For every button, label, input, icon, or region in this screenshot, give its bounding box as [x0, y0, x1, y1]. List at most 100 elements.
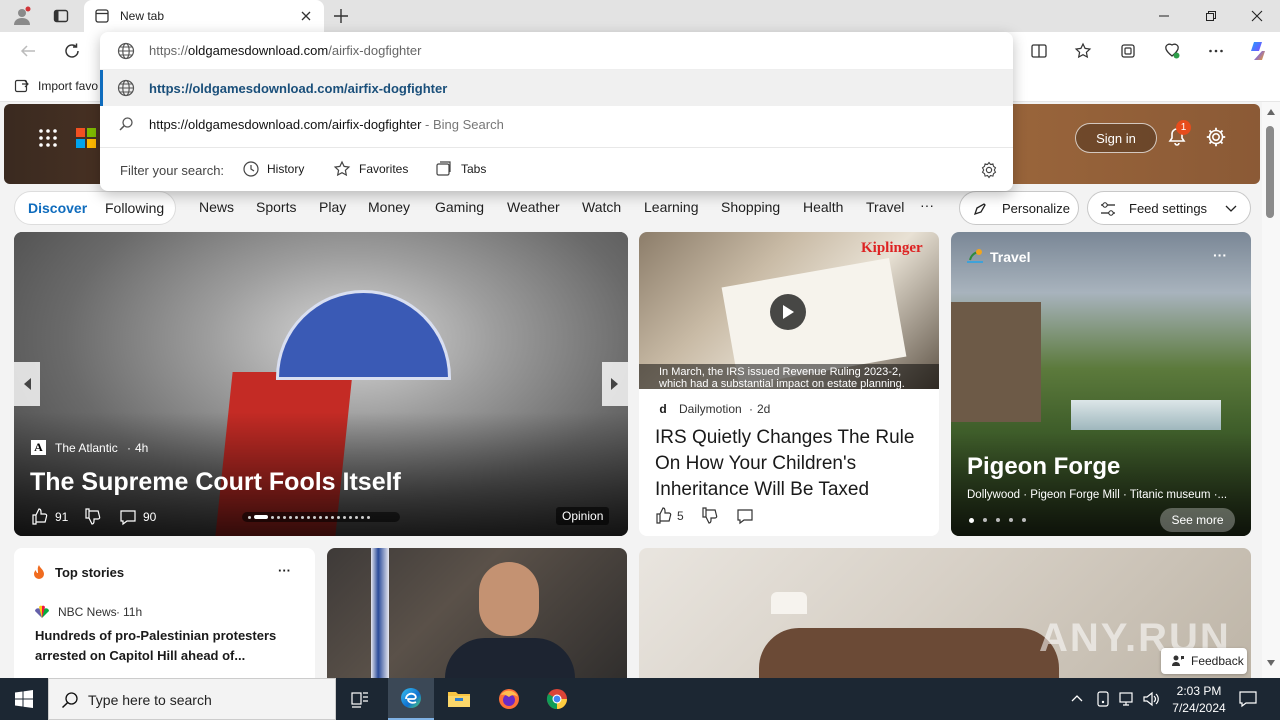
- close-window-icon[interactable]: [1234, 0, 1280, 32]
- news-photo-card[interactable]: [327, 548, 627, 678]
- tab-discover[interactable]: Discover: [28, 200, 87, 216]
- suggestion-url-row[interactable]: https://oldgamesdownload.com/airfix-dogf…: [100, 70, 1013, 106]
- irs-title[interactable]: IRS Quietly Changes The Rule On How Your…: [655, 425, 927, 503]
- travel-card[interactable]: Travel ··· Pigeon Forge Dollywood · Pige…: [951, 232, 1251, 536]
- tab-following[interactable]: Following: [105, 200, 164, 216]
- like-icon[interactable]: [655, 506, 673, 524]
- filter-history[interactable]: History: [242, 160, 304, 178]
- address-bar[interactable]: https://oldgamesdownload.com/airfix-dogf…: [100, 32, 1013, 70]
- carousel-dot[interactable]: [313, 515, 316, 519]
- firefox-icon[interactable]: [486, 678, 532, 720]
- carousel-prev-button[interactable]: [14, 362, 40, 406]
- carousel-dot[interactable]: [307, 515, 310, 519]
- filter-favorites[interactable]: Favorites: [333, 160, 408, 178]
- carousel-dot[interactable]: [996, 518, 1000, 522]
- refresh-icon[interactable]: [54, 32, 90, 70]
- dislike-icon[interactable]: [84, 508, 102, 526]
- close-tab-icon[interactable]: [298, 8, 314, 24]
- more-menu-icon[interactable]: [1198, 32, 1234, 70]
- new-tab-plus-icon[interactable]: [330, 6, 352, 26]
- windows-start-icon[interactable]: [0, 678, 48, 720]
- carousel-dots[interactable]: [242, 512, 400, 522]
- carousel-dot[interactable]: [301, 515, 304, 519]
- scrollbar-thumb[interactable]: [1266, 126, 1274, 218]
- more-options-icon[interactable]: ···: [1213, 247, 1227, 263]
- edge-taskbar-icon[interactable]: [388, 678, 434, 720]
- favorites-star-icon[interactable]: [1065, 32, 1101, 70]
- nav-learning[interactable]: Learning: [644, 199, 699, 215]
- chrome-icon[interactable]: [534, 678, 580, 720]
- tab-actions-icon[interactable]: [48, 4, 74, 28]
- copilot-icon[interactable]: [1240, 32, 1276, 70]
- story-title[interactable]: The Supreme Court Fools Itself: [30, 468, 401, 497]
- nav-news[interactable]: News: [199, 199, 234, 215]
- feedback-button[interactable]: Feedback: [1161, 648, 1247, 674]
- carousel-dot[interactable]: [271, 515, 274, 519]
- comment-icon[interactable]: [736, 507, 754, 525]
- carousel-dot[interactable]: [983, 518, 987, 522]
- carousel-dot[interactable]: [343, 515, 346, 519]
- scroll-down-icon[interactable]: [1266, 659, 1276, 667]
- irs-story-card[interactable]: Kiplinger In March, the IRS issued Reven…: [639, 232, 939, 536]
- taskbar-search-box[interactable]: Type here to search: [48, 678, 336, 720]
- sign-in-button[interactable]: Sign in: [1075, 123, 1157, 153]
- carousel-dot[interactable]: [349, 515, 352, 519]
- nav-gaming[interactable]: Gaming: [435, 199, 484, 215]
- nav-shopping[interactable]: Shopping: [721, 199, 780, 215]
- nav-money[interactable]: Money: [368, 199, 410, 215]
- notifications-icon[interactable]: [1238, 689, 1258, 709]
- carousel-dot[interactable]: [331, 515, 334, 519]
- carousel-dot[interactable]: [295, 515, 298, 519]
- carousel-dot[interactable]: [1022, 518, 1026, 522]
- carousel-dot[interactable]: [248, 515, 251, 519]
- clock-date[interactable]: 7/24/2024: [1166, 701, 1232, 715]
- file-explorer-icon[interactable]: [436, 678, 482, 720]
- see-more-button[interactable]: See more: [1160, 508, 1235, 532]
- back-icon[interactable]: [10, 32, 46, 70]
- carousel-dot[interactable]: [283, 515, 286, 519]
- dislike-icon[interactable]: [701, 507, 719, 525]
- carousel-dot-active[interactable]: [969, 518, 974, 523]
- task-view-icon[interactable]: [340, 678, 380, 720]
- nav-more[interactable]: ···: [920, 197, 934, 213]
- suggestion-search-row[interactable]: https://oldgamesdownload.com/airfix-dogf…: [100, 106, 1013, 142]
- tab-new-tab[interactable]: New tab: [84, 0, 324, 32]
- carousel-dot[interactable]: [1009, 518, 1013, 522]
- apps-launcher-icon[interactable]: [38, 128, 58, 148]
- page-scrollbar[interactable]: [1262, 102, 1280, 678]
- split-screen-icon[interactable]: [1021, 32, 1057, 70]
- volume-icon[interactable]: [1142, 690, 1160, 708]
- network-icon[interactable]: [1118, 690, 1136, 708]
- carousel-dot-active[interactable]: [254, 515, 268, 519]
- filter-tabs[interactable]: Tabs: [435, 160, 486, 178]
- search-settings-gear-icon[interactable]: [980, 161, 998, 179]
- import-favorites-link[interactable]: Import favo: [38, 79, 98, 93]
- browser-essentials-icon[interactable]: [1154, 32, 1190, 70]
- carousel-dot[interactable]: [277, 515, 280, 519]
- carousel-dot[interactable]: [367, 515, 370, 519]
- scroll-up-icon[interactable]: [1266, 108, 1276, 116]
- nav-weather[interactable]: Weather: [507, 199, 560, 215]
- nav-travel[interactable]: Travel: [866, 199, 904, 215]
- carousel-next-button[interactable]: [602, 362, 628, 406]
- carousel-dot[interactable]: [361, 515, 364, 519]
- carousel-dot[interactable]: [325, 515, 328, 519]
- like-icon[interactable]: [31, 507, 49, 525]
- collections-icon[interactable]: [1110, 32, 1146, 70]
- minimize-icon[interactable]: [1141, 0, 1187, 32]
- page-settings-gear-icon[interactable]: [1205, 126, 1227, 148]
- nav-sports[interactable]: Sports: [256, 199, 296, 215]
- nav-watch[interactable]: Watch: [582, 199, 621, 215]
- carousel-dot[interactable]: [289, 515, 292, 519]
- nav-play[interactable]: Play: [319, 199, 346, 215]
- featured-photo-card[interactable]: ANY.RUN Feedback: [639, 548, 1251, 678]
- play-button-icon[interactable]: [770, 294, 806, 330]
- carousel-dot[interactable]: [319, 515, 322, 519]
- travel-title[interactable]: Pigeon Forge: [967, 453, 1120, 481]
- personalize-button[interactable]: Personalize: [959, 191, 1079, 225]
- clock-time[interactable]: 2:03 PM: [1174, 684, 1224, 698]
- carousel-dot[interactable]: [337, 515, 340, 519]
- notifications-bell-icon[interactable]: 1: [1166, 120, 1191, 150]
- carousel-dot[interactable]: [355, 515, 358, 519]
- comment-icon[interactable]: [119, 508, 137, 526]
